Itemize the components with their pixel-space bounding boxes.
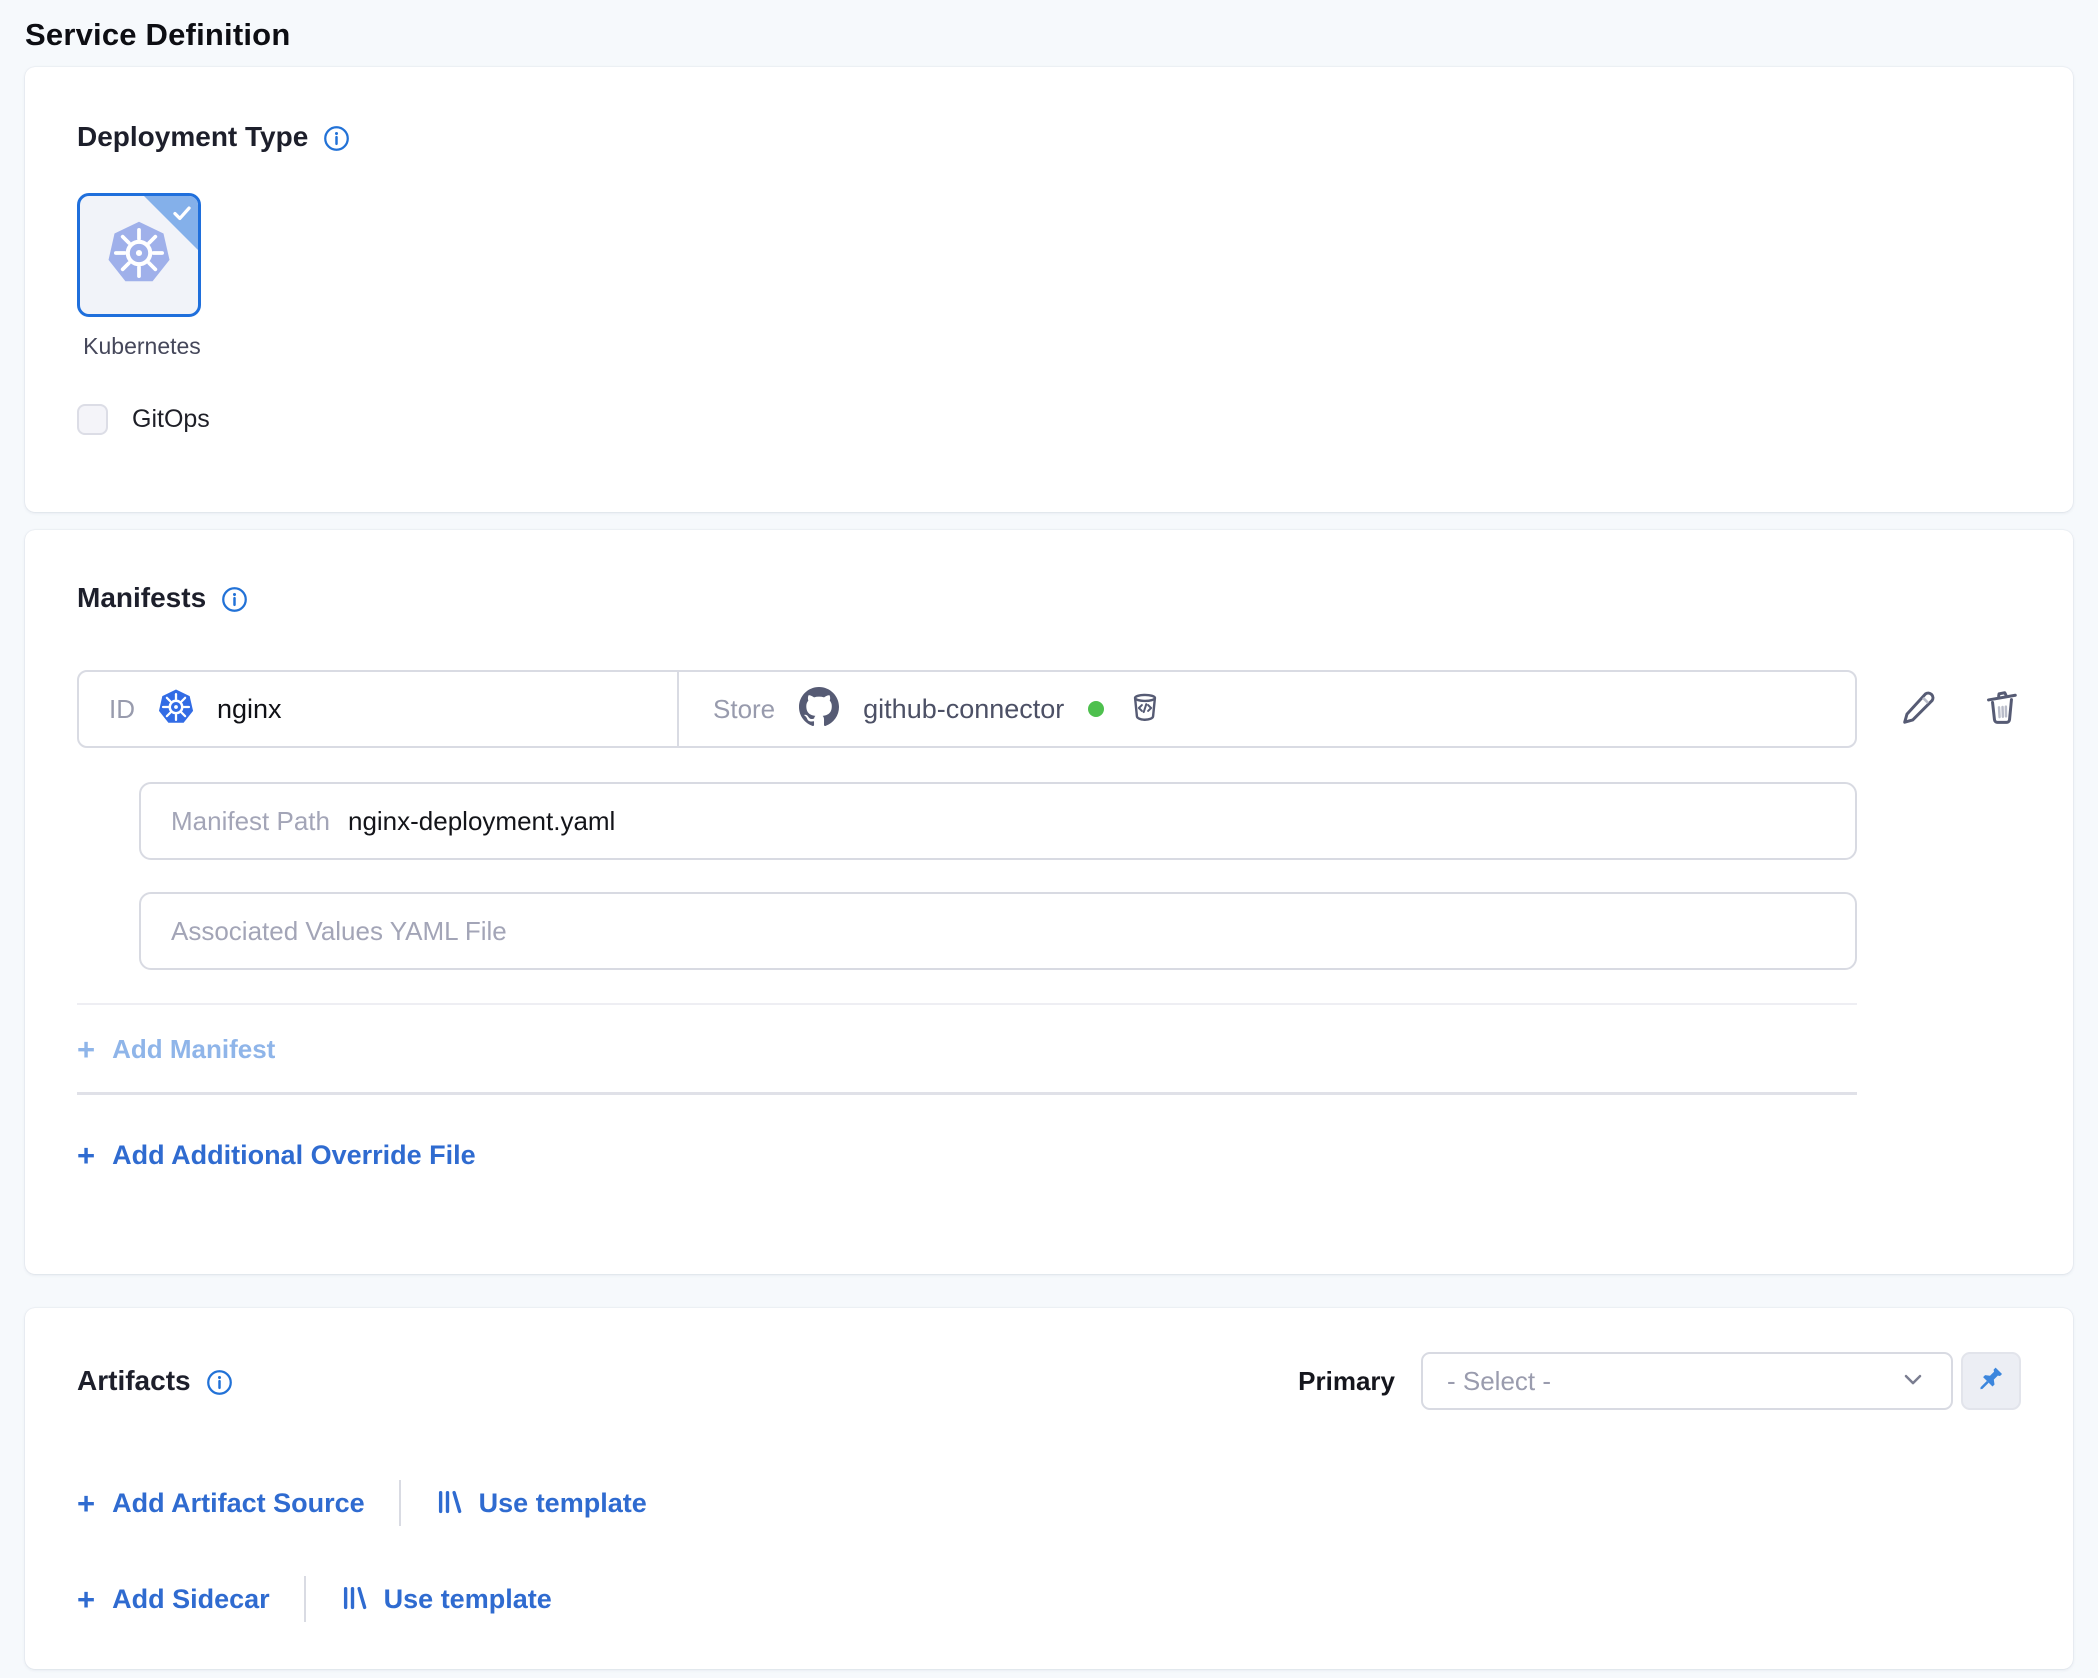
gitops-label: GitOps <box>132 405 210 434</box>
manifest-store-cell: Store github-connector <box>679 672 1855 746</box>
deployment-type-card: Deployment Type <box>25 67 2073 512</box>
plus-icon: + <box>77 1140 95 1171</box>
github-icon <box>799 687 839 732</box>
pin-icon <box>1974 1363 2008 1400</box>
deployment-type-title: Deployment Type <box>77 121 308 153</box>
manifest-id-value: nginx <box>217 694 282 725</box>
pin-primary-button[interactable] <box>1961 1352 2021 1410</box>
values-yaml-placeholder: Associated Values YAML File <box>171 916 507 947</box>
manifest-entry-row: ID nginx <box>77 670 2021 748</box>
add-manifest-button[interactable]: + Add Manifest <box>77 1034 275 1065</box>
vertical-divider <box>304 1576 306 1622</box>
manifest-row-actions <box>1897 687 2023 732</box>
plus-icon: + <box>77 1488 95 1519</box>
template-library-icon <box>435 1487 465 1520</box>
gitops-checkbox[interactable] <box>77 404 108 435</box>
artifact-source-actions: + Add Artifact Source Use template <box>77 1480 2021 1526</box>
artifacts-title: Artifacts <box>77 1365 191 1397</box>
edit-manifest-button[interactable] <box>1897 687 1939 732</box>
manifest-path-input[interactable]: Manifest Path nginx-deployment.yaml <box>139 782 1857 860</box>
plus-icon: + <box>77 1584 95 1615</box>
add-sidecar-button[interactable]: + Add Sidecar <box>77 1584 270 1615</box>
template-library-icon <box>340 1583 370 1616</box>
manifest-entry: ID nginx <box>77 670 1857 748</box>
primary-label: Primary <box>1298 1366 1395 1397</box>
code-repo-icon <box>1128 690 1162 729</box>
vertical-divider <box>399 1480 401 1526</box>
pencil-icon <box>1897 687 1939 732</box>
add-artifact-source-button[interactable]: + Add Artifact Source <box>77 1488 365 1519</box>
kubernetes-icon <box>157 688 195 731</box>
deployment-type-kubernetes-tile[interactable] <box>77 193 201 317</box>
divider <box>77 1092 1857 1095</box>
info-icon[interactable] <box>206 1369 233 1396</box>
manifests-card: Manifests ID <box>25 530 2073 1274</box>
manifest-store-label: Store <box>713 694 775 725</box>
manifest-store-value: github-connector <box>863 694 1064 725</box>
sidecar-actions: + Add Sidecar Use template <box>77 1576 2021 1622</box>
delete-manifest-button[interactable] <box>1981 687 2023 732</box>
info-icon[interactable] <box>323 125 350 152</box>
chevron-down-icon <box>1899 1365 1927 1398</box>
service-definition-page: Service Definition Deployment Type <box>0 0 2098 1678</box>
trash-icon <box>1981 687 2023 732</box>
check-icon <box>169 200 195 231</box>
primary-artifact-select[interactable]: - Select - <box>1421 1352 1953 1410</box>
artifacts-card: Artifacts Primary - Select - <box>25 1308 2073 1669</box>
values-yaml-input[interactable]: Associated Values YAML File <box>139 892 1857 970</box>
info-icon[interactable] <box>221 586 248 613</box>
add-override-file-button[interactable]: + Add Additional Override File <box>77 1140 476 1171</box>
manifest-path-value: nginx-deployment.yaml <box>348 806 615 837</box>
manifest-path-label: Manifest Path <box>171 806 330 837</box>
primary-artifact-group: Primary - Select - <box>1298 1352 2021 1410</box>
deployment-type-option-label: Kubernetes <box>77 333 207 360</box>
manifest-id-cell: ID nginx <box>79 672 679 746</box>
use-template-sidecar-button[interactable]: Use template <box>340 1583 552 1616</box>
plus-icon: + <box>77 1034 95 1065</box>
gitops-checkbox-row[interactable]: GitOps <box>77 404 210 435</box>
divider <box>77 1003 1857 1005</box>
manifest-id-label: ID <box>109 694 135 725</box>
connector-status-dot <box>1088 701 1104 717</box>
use-template-artifact-button[interactable]: Use template <box>435 1487 647 1520</box>
page-title: Service Definition <box>25 0 2073 67</box>
manifests-title: Manifests <box>77 582 206 614</box>
